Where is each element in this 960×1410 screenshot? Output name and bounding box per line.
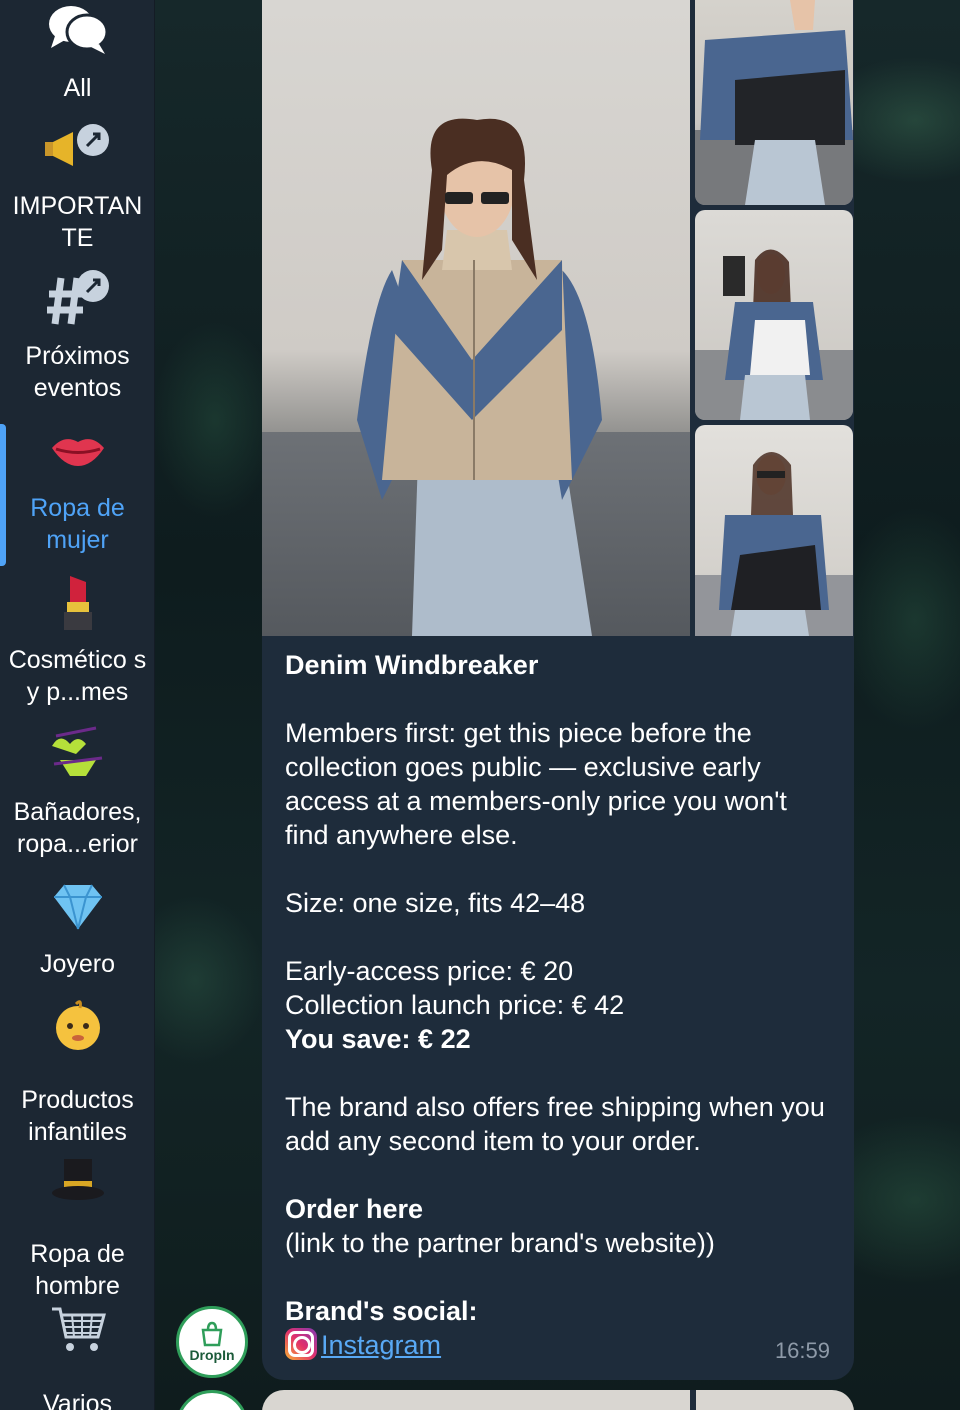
folder-all[interactable]: All <box>0 0 155 104</box>
baby-icon <box>52 996 104 1056</box>
next-message-photo[interactable] <box>262 1390 854 1410</box>
instagram-row: Instagram <box>285 1328 835 1362</box>
folder-label: Varios <box>42 1390 112 1410</box>
photo-thumb-3[interactable] <box>695 425 853 636</box>
folder-proximos-eventos[interactable]: Próximos eventos <box>0 268 155 404</box>
product-intro: Members first: get this piece before the… <box>285 718 787 850</box>
lips-icon <box>50 420 106 480</box>
folder-importante[interactable]: IMPORTAN TE <box>0 118 155 254</box>
model-figure <box>357 118 602 636</box>
savings: You save: € 22 <box>285 1024 471 1054</box>
product-title: Denim Windbreaker <box>285 650 539 680</box>
model-figure <box>695 0 853 205</box>
folder-label: Productos infantiles <box>21 1086 134 1146</box>
launch-price: Collection launch price: € 42 <box>285 990 625 1020</box>
folder-label: All <box>63 74 92 102</box>
channel-avatar[interactable]: DropIn <box>176 1306 248 1378</box>
social-title: Brand's social: <box>285 1296 478 1326</box>
folder-joyero[interactable]: Joyero <box>0 876 155 980</box>
folder-cosmeticos[interactable]: Cosmético s y p...mes <box>0 572 155 708</box>
order-title: Order here <box>285 1194 424 1224</box>
hashtag-pin-icon <box>43 268 113 328</box>
folder-ropa-de-mujer[interactable]: Ropa de mujer <box>0 420 155 556</box>
folder-ropa-de-hombre[interactable]: Ropa de hombre <box>0 1150 155 1302</box>
folder-label: Bañadores, ropa...erior <box>13 798 142 858</box>
photo-divider <box>690 1390 696 1410</box>
order-link[interactable]: (link to the partner brand's website)) <box>285 1226 835 1260</box>
folder-sidebar: All IMPORTAN TE Próximos eventos Ropa de… <box>0 0 155 1410</box>
folder-banadores[interactable]: Bañadores, ropa...erior <box>0 724 155 860</box>
model-figure <box>695 452 853 636</box>
early-access-price: Early-access price: € 20 <box>285 956 574 986</box>
folder-label: Ropa de mujer <box>30 494 125 554</box>
chat-bubbles-icon <box>47 0 109 60</box>
folder-label: Joyero <box>39 950 116 978</box>
megaphone-pin-icon <box>43 118 113 178</box>
folder-productos-infantiles[interactable]: Productos infantiles <box>0 996 155 1148</box>
message-text: Denim Windbreaker Members first: get thi… <box>285 648 835 1362</box>
bikini-icon <box>46 724 110 784</box>
instagram-icon <box>285 1328 317 1360</box>
folder-label: Ropa de hombre <box>30 1240 125 1300</box>
photo-thumb-1[interactable] <box>695 0 853 205</box>
gem-icon <box>52 876 104 936</box>
folder-varios[interactable]: Varios <box>0 1300 155 1410</box>
product-size: Size: one size, fits 42–48 <box>285 888 586 918</box>
model-figure <box>695 249 853 420</box>
shopping-bag-icon <box>201 1321 223 1347</box>
lipstick-icon <box>58 572 98 632</box>
shipping-note: The brand also offers free shipping when… <box>285 1092 825 1156</box>
message-bubble: Denim Windbreaker Members first: get thi… <box>262 0 854 1380</box>
folder-label: IMPORTAN TE <box>12 192 143 252</box>
photo-thumb-2[interactable] <box>695 210 853 420</box>
photo-main[interactable] <box>262 0 690 636</box>
top-hat-icon <box>50 1150 106 1210</box>
folder-label: Próximos eventos <box>25 342 130 402</box>
avatar-label: DropIn <box>189 1347 235 1363</box>
instagram-link[interactable]: Instagram <box>321 1330 441 1360</box>
message-time: 16:59 <box>774 1338 830 1363</box>
folder-label: Cosmético s y p...mes <box>8 646 147 706</box>
shopping-cart-icon <box>50 1300 106 1360</box>
